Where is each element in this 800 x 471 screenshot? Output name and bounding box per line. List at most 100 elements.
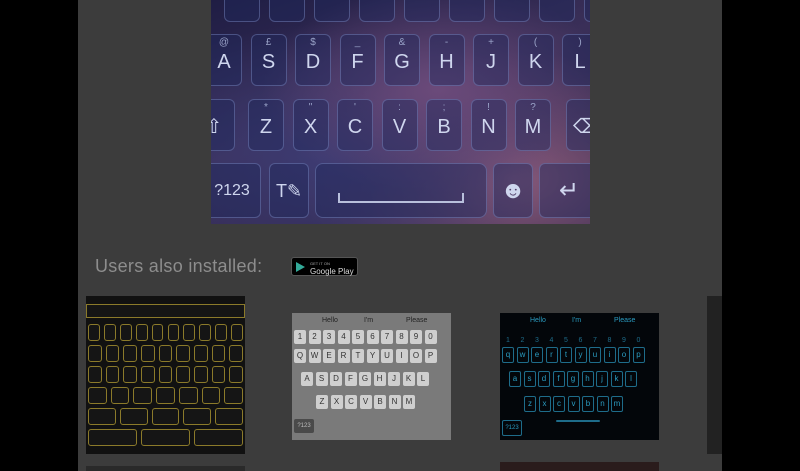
- keyboard-key: [201, 387, 221, 404]
- key-j[interactable]: + J: [473, 34, 509, 86]
- key-m[interactable]: ? M: [515, 99, 551, 151]
- letter-key: a: [509, 371, 521, 387]
- suggestion-text: I'm: [572, 317, 582, 324]
- number-hint: 6: [578, 337, 583, 344]
- key-r[interactable]: R: [314, 0, 350, 22]
- related-app-thumbnail-gold[interactable]: good: [86, 296, 245, 454]
- key-n[interactable]: ! N: [470, 99, 507, 151]
- shift-key[interactable]: ⇧: [211, 99, 235, 151]
- letter-key: p: [632, 347, 645, 363]
- keyboard-key: [88, 387, 107, 404]
- key-z[interactable]: * Z: [248, 99, 284, 151]
- letter-key: k: [610, 371, 623, 387]
- key-secondary-symbol: $: [310, 37, 316, 48]
- number-hint: 3: [535, 337, 539, 344]
- keyboard-key: [183, 408, 212, 425]
- number-hint: 8: [607, 337, 612, 344]
- letter-key: n: [596, 396, 609, 412]
- number-key: 0: [424, 330, 437, 344]
- spacebar-key: [315, 163, 487, 218]
- key-t[interactable]: T: [359, 0, 395, 22]
- key-secondary-symbol: ): [578, 37, 582, 48]
- related-app-thumbnail-partial[interactable]: [707, 296, 722, 454]
- key-secondary-symbol: &: [398, 37, 406, 48]
- keyboard-key: [199, 324, 212, 341]
- letter-key: u: [589, 347, 601, 363]
- related-app-thumbnail-white[interactable]: Hello I'm Please 1 2 3 4 5 6 7 8 9 0 Q W E R T Y U I O P A S D F G H…: [292, 313, 451, 440]
- keyboard-key: [123, 366, 137, 383]
- symbols-key: ?123: [502, 420, 522, 436]
- key-k[interactable]: (K: [517, 34, 554, 86]
- key-v[interactable]: :V: [381, 99, 418, 151]
- key-a[interactable]: @ A: [211, 34, 242, 86]
- letter-key: l: [625, 371, 637, 387]
- keyboard-key: [224, 387, 243, 404]
- keyboard-key: [141, 429, 190, 446]
- keyboard-key: [215, 324, 228, 341]
- keyboard-key: [176, 345, 190, 362]
- keyboard-key: [105, 345, 120, 362]
- key-secondary-symbol: _: [354, 37, 361, 48]
- settings-key[interactable]: T✎: [269, 163, 309, 218]
- enter-key[interactable]: ↵: [539, 163, 590, 218]
- featured-keyboard-preview[interactable]: WERTYUIOP @A£S$D_F&G-H+J(K)L *Z"X'C:V;B!N?…: [211, 0, 590, 224]
- letter-key: r: [545, 347, 558, 363]
- key-secondary-symbol: (: [533, 37, 538, 48]
- key-e[interactable]: E: [269, 0, 305, 22]
- keyboard-key: [183, 324, 196, 341]
- suggestion-text: I'm: [364, 317, 374, 324]
- keyboard-key: [194, 429, 243, 446]
- google-play-badge[interactable]: GET IT ON Google Play: [291, 257, 358, 276]
- key-c[interactable]: ' C: [337, 99, 373, 151]
- letter-key: I: [395, 349, 408, 363]
- number-hint: 4: [549, 337, 554, 344]
- letter-key: c: [553, 396, 565, 412]
- letter-key: H: [373, 372, 386, 386]
- keyboard-key: [88, 408, 116, 425]
- letter-key: T: [352, 349, 364, 363]
- key-b[interactable]: ; B: [426, 99, 462, 151]
- key-x[interactable]: " X: [292, 99, 329, 151]
- spacebar-key: [556, 420, 600, 422]
- play-store-icon: [296, 262, 305, 272]
- key-secondary-symbol: ': [354, 102, 356, 113]
- keyboard-key: [103, 324, 116, 341]
- keyboard-key: [194, 366, 208, 383]
- suggestion-text: Please: [406, 317, 428, 324]
- number-key: 8: [395, 330, 408, 344]
- key-p[interactable]: P: [584, 0, 590, 22]
- app-page: WERTYUIOP@A£S$D_F&G-H+J(K)L*Z"X'C:V;B!N?…: [78, 0, 722, 471]
- delete-key[interactable]: ⌫: [566, 99, 590, 151]
- key-y[interactable]: Y: [404, 0, 440, 22]
- key-h[interactable]: -H: [428, 34, 465, 86]
- key-s[interactable]: £ S: [250, 34, 287, 86]
- keyboard-key: [211, 366, 226, 383]
- letter-key: g: [567, 371, 579, 387]
- letter-key: m: [611, 396, 623, 412]
- number-key: 2: [308, 330, 321, 344]
- key-g[interactable]: & G: [384, 34, 420, 86]
- key-secondary-symbol: @: [218, 37, 230, 48]
- symbols-key[interactable]: ?123: [211, 163, 261, 218]
- letter-key: o: [618, 347, 630, 363]
- emoji-key[interactable]: ☻: [493, 163, 533, 218]
- key-u[interactable]: U: [449, 0, 485, 22]
- key-f[interactable]: _ F: [339, 34, 376, 86]
- key-secondary-symbol: *: [264, 102, 268, 113]
- related-app-thumbnail-neon[interactable]: Hello I'm Please 1 2 3 4 5 6 7 8 9 0 q w e r t y u i o p a s d f g h…: [500, 313, 659, 440]
- related-app-thumbnail-partial[interactable]: [86, 466, 245, 471]
- key-i[interactable]: I: [494, 0, 530, 22]
- related-app-thumbnail-partial[interactable]: [500, 462, 659, 471]
- number-key: 1: [294, 330, 306, 344]
- key-w[interactable]: W: [224, 0, 260, 22]
- letter-key: z: [524, 396, 536, 412]
- key-o[interactable]: O: [539, 0, 575, 22]
- number-key: 9: [410, 330, 422, 344]
- keyboard-key: [141, 345, 155, 362]
- key-l[interactable]: ) L: [562, 34, 590, 86]
- letter-key: S: [315, 372, 328, 386]
- keyboard-key: [123, 345, 137, 362]
- keyboard-key: [110, 387, 130, 404]
- key-d[interactable]: $ D: [295, 34, 331, 86]
- letter-key: f: [552, 371, 565, 387]
